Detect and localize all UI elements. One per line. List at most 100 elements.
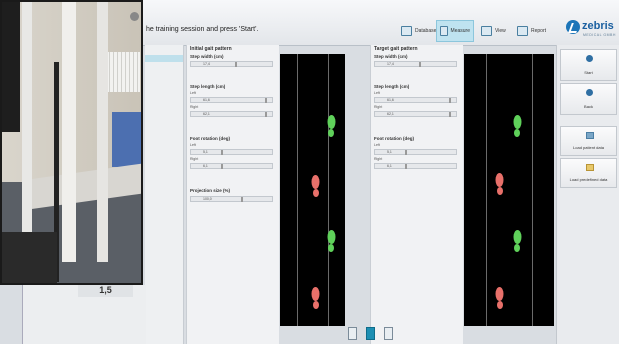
- target-step-length-left-label: Left: [374, 91, 380, 95]
- initial-gait-panel: Initial gait pattern Step width (cm) 17,…: [186, 45, 279, 344]
- slider-thumb[interactable]: [265, 98, 267, 103]
- target-gait-title: Target gait pattern: [374, 46, 418, 52]
- right-footprint: [311, 287, 320, 309]
- right-footprint: [311, 175, 320, 197]
- target-step-length-right-label: Right: [374, 105, 383, 109]
- slider-thumb[interactable]: [405, 150, 407, 155]
- load-predefined-data-label: Load predefined data: [569, 177, 608, 182]
- target-step-width-slider[interactable]: 17,4: [374, 61, 457, 67]
- view-icon: [481, 26, 492, 36]
- initial-projection-view: [280, 54, 345, 326]
- initial-step-width-label: Step width (cm): [190, 54, 224, 59]
- database-icon: [401, 26, 412, 36]
- zebris-logo: zebris MEDICAL GMBH: [566, 18, 616, 42]
- initial-step-length-left-value: 61,6: [203, 98, 210, 102]
- nav-measure-label: Measure: [450, 28, 470, 34]
- initial-step-length-right-slider[interactable]: 62,1: [190, 111, 273, 117]
- slider-thumb[interactable]: [221, 164, 223, 169]
- initial-step-length-left-slider[interactable]: 61,6: [190, 97, 273, 103]
- projection-size-label: Projection size (%): [190, 188, 231, 193]
- back-button[interactable]: Back: [560, 83, 617, 115]
- slider-thumb[interactable]: [449, 112, 451, 117]
- projection-size-value: 100,0: [203, 197, 212, 201]
- right-footprint: [495, 287, 504, 309]
- initial-step-length-left-label: Left: [190, 91, 196, 95]
- load-patient-data-label: Load patient data: [573, 145, 604, 150]
- nav-view-label: View: [495, 28, 506, 34]
- slider-thumb[interactable]: [265, 112, 267, 117]
- target-foot-rotation-left-slider[interactable]: 5,1: [374, 149, 457, 155]
- measure-icon: [440, 26, 448, 36]
- view-toggle-3-button[interactable]: [384, 327, 393, 340]
- load-patient-data-button[interactable]: Load patient data: [560, 126, 617, 156]
- nav-report-label: Report: [531, 28, 547, 34]
- left-footprint: [327, 230, 336, 252]
- target-step-width-value: 17,4: [387, 62, 394, 66]
- lower-left-panel: 1,5: [22, 285, 146, 344]
- start-button[interactable]: Start: [560, 49, 617, 81]
- camera-video-overlay: [0, 0, 143, 285]
- nav-view-button[interactable]: View: [478, 20, 509, 42]
- target-step-length-left-slider[interactable]: 61,6: [374, 97, 457, 103]
- slider-thumb[interactable]: [235, 62, 237, 67]
- initial-foot-rotation-label: Foot rotation (deg): [190, 136, 230, 141]
- video-dark-left: [2, 2, 20, 132]
- logo-name: zebris: [582, 20, 614, 32]
- nav-database-button[interactable]: Database: [398, 20, 439, 42]
- load-predefined-data-button[interactable]: Load predefined data: [560, 158, 617, 188]
- start-icon: [586, 55, 593, 62]
- initial-foot-rotation-right-slider[interactable]: 6,1: [190, 163, 273, 169]
- projection-size-slider[interactable]: 100,0: [190, 196, 273, 202]
- slider-thumb[interactable]: [419, 62, 421, 67]
- selected-row[interactable]: [145, 55, 183, 62]
- left-footprint: [513, 230, 522, 252]
- slider-thumb[interactable]: [405, 164, 407, 169]
- instruction-text: he training session and press 'Start'.: [146, 26, 259, 33]
- initial-step-width-slider[interactable]: 17,4: [190, 61, 273, 67]
- initial-gait-title: Initial gait pattern: [190, 46, 232, 52]
- video-dark-floor: [2, 232, 57, 283]
- initial-step-length-label: Step length (cm): [190, 84, 226, 89]
- lane-line: [486, 54, 487, 326]
- target-foot-rotation-left-value: 5,1: [387, 150, 392, 154]
- left-footprint: [513, 115, 522, 137]
- initial-foot-rotation-right-label: Right: [190, 157, 199, 161]
- initial-foot-rotation-left-value: 5,1: [203, 150, 208, 154]
- predefined-data-icon: [586, 164, 594, 171]
- initial-foot-rotation-left-slider[interactable]: 5,1: [190, 149, 273, 155]
- view-toggle-1-button[interactable]: [348, 327, 357, 340]
- target-step-length-right-slider[interactable]: 62,1: [374, 111, 457, 117]
- zebris-logo-mark-icon: [566, 20, 580, 34]
- initial-foot-rotation-left-label: Left: [190, 143, 196, 147]
- target-step-width-label: Step width (cm): [374, 54, 408, 59]
- back-label: Back: [584, 104, 593, 109]
- initial-step-width-value: 17,4: [203, 62, 210, 66]
- counter-display: 1,5: [78, 285, 133, 297]
- nav-database-label: Database: [415, 28, 437, 34]
- view-toggle-2-button[interactable]: [366, 327, 375, 340]
- video-frame-bar: [62, 2, 76, 262]
- report-icon: [517, 26, 528, 36]
- patient-data-icon: [586, 132, 594, 139]
- logo-tagline: MEDICAL GMBH: [583, 33, 616, 37]
- video-blue-object: [112, 112, 141, 167]
- slider-thumb[interactable]: [221, 150, 223, 155]
- lane-line: [328, 54, 329, 326]
- target-foot-rotation-right-slider[interactable]: 6,1: [374, 163, 457, 169]
- lane-line: [297, 54, 298, 326]
- nav-measure-button[interactable]: Measure: [436, 20, 474, 42]
- start-label: Start: [584, 70, 593, 75]
- left-footprint: [327, 115, 336, 137]
- slider-thumb[interactable]: [241, 197, 243, 202]
- target-foot-rotation-label: Foot rotation (deg): [374, 136, 414, 141]
- right-footprint: [495, 173, 504, 195]
- slider-thumb[interactable]: [449, 98, 451, 103]
- target-foot-rotation-right-value: 6,1: [387, 164, 392, 168]
- initial-step-length-right-value: 62,1: [203, 112, 210, 116]
- back-icon: [586, 89, 593, 96]
- target-step-length-right-value: 62,1: [387, 112, 394, 116]
- video-frame-bar: [97, 2, 108, 262]
- left-side-panel: [145, 45, 184, 344]
- target-foot-rotation-right-label: Right: [374, 157, 383, 161]
- nav-report-button[interactable]: Report: [514, 20, 549, 42]
